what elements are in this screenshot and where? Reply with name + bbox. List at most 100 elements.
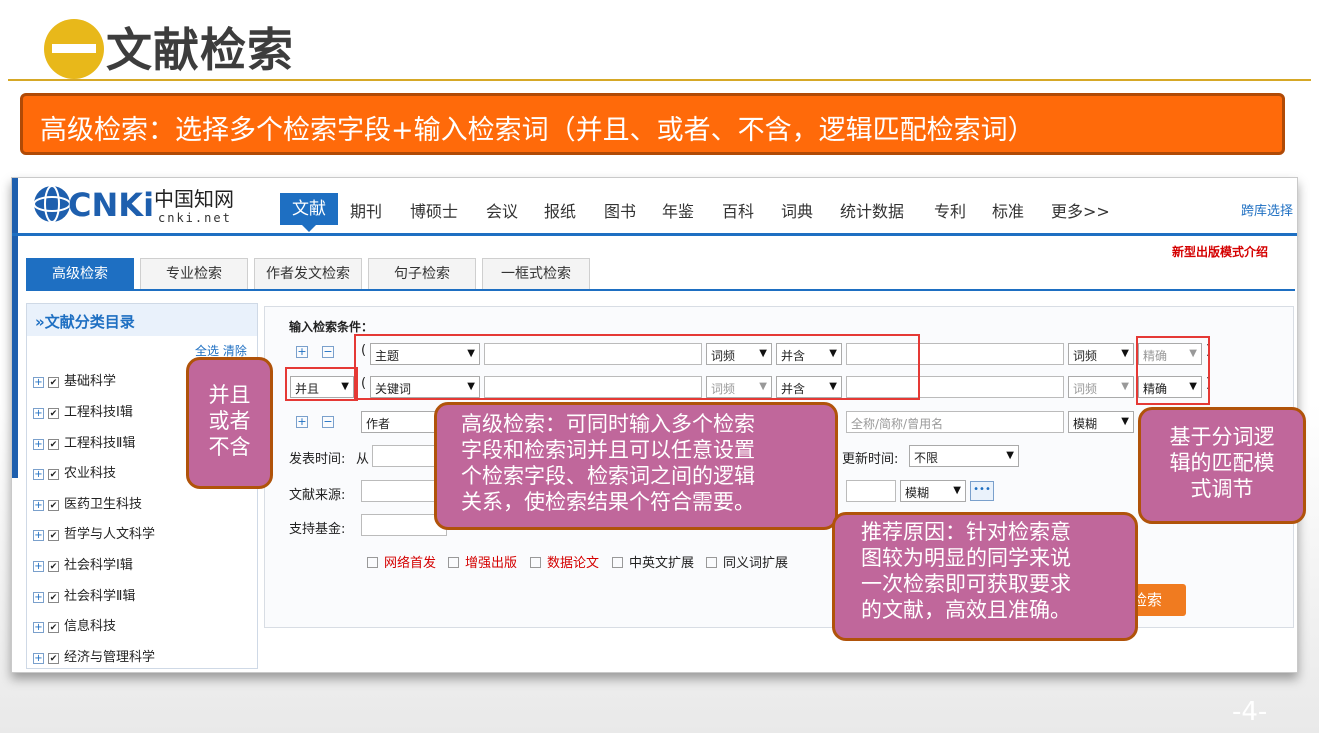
category-item[interactable]: + ✔ 社会科学Ⅱ辑: [33, 585, 135, 604]
select-all-link[interactable]: 全选: [195, 344, 219, 358]
nav-conference[interactable]: 会议: [486, 198, 518, 222]
slide-banner: 高级检索：选择多个检索字段+输入检索词（并且、或者、不含，逻辑匹配检索词）: [20, 93, 1285, 155]
remove-row-icon[interactable]: −: [322, 346, 334, 358]
highlight-fields: [354, 334, 920, 400]
option-data-paper[interactable]: 数据论文: [530, 552, 599, 571]
title-divider: [8, 79, 1311, 81]
checkbox-checked-icon[interactable]: ✔: [48, 653, 59, 664]
nav-literature[interactable]: 文献: [280, 193, 338, 225]
highlight-match: [1136, 336, 1210, 405]
checkbox-icon[interactable]: [367, 557, 378, 568]
expand-icon[interactable]: +: [33, 530, 44, 541]
checkbox-checked-icon[interactable]: ✔: [48, 469, 59, 480]
sidebar-title: »文献分类目录: [27, 304, 257, 336]
remove-row-icon[interactable]: −: [322, 416, 334, 428]
nav-newspaper[interactable]: 报纸: [544, 198, 576, 222]
update-label: 更新时间:: [842, 452, 899, 467]
nav-patents[interactable]: 专利: [934, 198, 966, 222]
expand-icon[interactable]: +: [33, 500, 44, 511]
category-item[interactable]: + ✔ 社会科学Ⅰ辑: [33, 554, 133, 573]
checkbox-icon[interactable]: [612, 557, 623, 568]
add-row-icon[interactable]: +: [296, 346, 308, 358]
logo-url: cnki.net: [158, 211, 232, 225]
checkbox-icon[interactable]: [706, 557, 717, 568]
add-row-icon[interactable]: +: [296, 416, 308, 428]
nav-theses[interactable]: 博硕士: [410, 198, 458, 222]
expand-icon[interactable]: +: [33, 439, 44, 450]
highlight-logic: [285, 367, 358, 401]
option-enhanced[interactable]: 增强出版: [448, 552, 517, 571]
expand-icon[interactable]: +: [33, 469, 44, 480]
institution-input[interactable]: 全称/简称/曾用名: [846, 411, 1064, 433]
nav-statistics[interactable]: 统计数据: [840, 198, 904, 222]
checkbox-checked-icon[interactable]: ✔: [48, 561, 59, 572]
fund-label: 支持基金:: [289, 522, 346, 537]
tab-single-box[interactable]: 一框式检索: [482, 258, 590, 289]
nav-dictionary[interactable]: 词典: [781, 198, 813, 222]
category-item[interactable]: + ✔ 工程科技Ⅱ辑: [33, 432, 135, 451]
slide-title: 文献检索: [106, 23, 294, 77]
nav-standards[interactable]: 标准: [992, 198, 1024, 222]
checkbox-checked-icon[interactable]: ✔: [48, 530, 59, 541]
author-match-select[interactable]: 模糊: [1068, 411, 1134, 433]
category-item[interactable]: + ✔ 工程科技Ⅰ辑: [33, 401, 133, 420]
title-number-mark: [52, 44, 96, 53]
expand-icon[interactable]: +: [33, 377, 44, 388]
category-item[interactable]: + ✔ 经济与管理科学: [33, 646, 155, 665]
category-item[interactable]: + ✔ 信息科技: [33, 615, 116, 634]
checkbox-icon[interactable]: [530, 557, 541, 568]
checkbox-checked-icon[interactable]: ✔: [48, 622, 59, 633]
nav-books[interactable]: 图书: [604, 198, 636, 222]
tab-underline: [26, 289, 1295, 291]
expand-icon[interactable]: +: [33, 592, 44, 603]
more-options-icon[interactable]: •••: [970, 481, 994, 501]
category-item[interactable]: + ✔ 农业科技: [33, 462, 116, 481]
category-item[interactable]: + ✔ 基础科学: [33, 370, 116, 389]
nav-more[interactable]: 更多>>: [1051, 198, 1110, 222]
new-mode-link[interactable]: 新型出版模式介绍: [1172, 243, 1268, 260]
expand-icon[interactable]: +: [33, 653, 44, 664]
nav-active-arrow: [301, 224, 317, 232]
condition-title: 输入检索条件：: [289, 320, 374, 334]
tab-advanced[interactable]: 高级检索: [26, 258, 134, 289]
tab-author[interactable]: 作者发文检索: [254, 258, 362, 289]
expand-icon[interactable]: +: [33, 622, 44, 633]
source-input-right[interactable]: [846, 480, 896, 502]
callout-recommend: 推荐原因：针对检索意 图较为明显的同学来说 一次检索即可获取要求 的文献，高效且准确。: [832, 512, 1138, 641]
option-synonym[interactable]: 同义词扩展: [706, 552, 788, 571]
expand-icon[interactable]: +: [33, 408, 44, 419]
checkbox-checked-icon[interactable]: ✔: [48, 592, 59, 603]
nav-yearbook[interactable]: 年鉴: [662, 198, 694, 222]
nav-encyclopedia[interactable]: 百科: [722, 198, 754, 222]
tab-professional[interactable]: 专业检索: [140, 258, 248, 289]
checkbox-checked-icon[interactable]: ✔: [48, 408, 59, 419]
source-match-select[interactable]: 模糊: [900, 480, 966, 502]
nav-journals[interactable]: 期刊: [350, 198, 382, 222]
freq2-select[interactable]: 词频: [1068, 376, 1134, 398]
screenshot-edge: [12, 178, 18, 478]
checkbox-icon[interactable]: [448, 557, 459, 568]
checkbox-checked-icon[interactable]: ✔: [48, 377, 59, 388]
update-select[interactable]: 不限: [909, 445, 1019, 467]
checkbox-checked-icon[interactable]: ✔: [48, 439, 59, 450]
option-cn-en[interactable]: 中英文扩展: [612, 552, 694, 571]
date-label: 发表时间:: [289, 452, 346, 467]
category-item[interactable]: + ✔ 哲学与人文科学: [33, 523, 155, 542]
nav-underline: [12, 233, 1297, 236]
cross-db-link[interactable]: 跨库选择: [1241, 200, 1293, 219]
expand-icon[interactable]: +: [33, 561, 44, 572]
callout-match: 基于分词逻 辑的匹配模 式调节: [1138, 407, 1306, 524]
source-label: 文献来源:: [289, 488, 346, 503]
clear-link[interactable]: 清除: [223, 344, 247, 358]
page-number: -4-: [1232, 697, 1268, 727]
checkbox-checked-icon[interactable]: ✔: [48, 500, 59, 511]
date-from-label: 从: [356, 452, 370, 467]
callout-advanced: 高级检索：可同时输入多个检索 字段和检索词并且可以任意设置 个检索字段、检索词之间的…: [434, 402, 838, 530]
option-online-first[interactable]: 网络首发: [367, 552, 436, 571]
tab-sentence[interactable]: 句子检索: [368, 258, 476, 289]
callout-logic: 并且 或者 不含: [186, 357, 273, 489]
freq2-select[interactable]: 词频: [1068, 343, 1134, 365]
category-item[interactable]: + ✔ 医药卫生科技: [33, 493, 142, 512]
logo-text: CNKi: [68, 186, 154, 224]
logo-cn: 中国知网: [154, 187, 234, 211]
